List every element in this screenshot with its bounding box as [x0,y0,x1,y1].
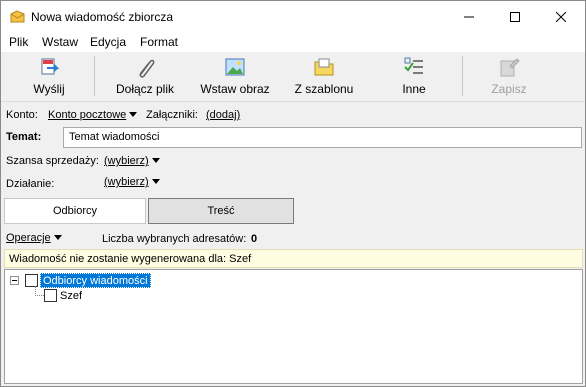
recipient-count-label: Liczba wybranych adresatów: [102,233,247,245]
window-title: Nowa wiadomość zbiorcza [31,10,174,24]
action-value: (wybierz) [104,176,149,188]
chevron-down-icon [53,235,62,240]
subject-input[interactable]: Temat wiadomości [63,127,582,148]
account-dropdown[interactable]: Konto pocztowe [48,109,138,121]
attach-file-button[interactable]: Dołącz plik [105,52,185,100]
folder-icon [314,58,334,76]
save-icon [500,58,520,77]
from-template-button[interactable]: Z szablonu [286,52,362,100]
save-label: Zapisz [491,82,527,96]
send-label: Wyślij [33,82,65,96]
account-label: Konto: [6,109,38,121]
insert-image-button[interactable]: Wstaw obraz [195,52,275,100]
minimize-icon [464,16,474,17]
save-button[interactable]: Zapisz [481,52,537,100]
insert-image-label: Wstaw obraz [200,82,270,96]
other-button[interactable]: Inne [387,52,441,100]
tree-root-item[interactable]: Odbiorcy wiadomości [40,273,151,288]
tab-recipients[interactable]: Odbiorcy [4,198,146,224]
menu-bar: Plik Wstaw Edycja Format [1,32,585,52]
toolbar-separator [462,56,463,96]
tree-connector [35,295,44,296]
account-value: Konto pocztowe [48,109,127,121]
subject-label: Temat: [6,131,42,143]
menu-edycja[interactable]: Edycja [90,35,126,49]
minimize-button[interactable] [446,1,492,32]
toolbar: Wyślij Dołącz plik Wstaw obraz Z szablon… [1,52,585,102]
menu-wstaw[interactable]: Wstaw [42,35,78,49]
recipients-tree: Odbiorcy wiadomości Szef [4,269,583,384]
toolbar-separator [94,56,95,96]
add-attachment-link[interactable]: (dodaj) [206,109,240,121]
action-dropdown[interactable]: (wybierz) [104,176,160,188]
chevron-down-icon [151,158,160,163]
sales-chance-dropdown[interactable]: (wybierz) [104,155,160,167]
send-icon [41,58,60,75]
operations-menu[interactable]: Operacje [6,232,62,244]
sales-chance-label: Szansa sprzedaży: [6,155,99,167]
attach-file-label: Dołącz plik [115,82,175,96]
maximize-button[interactable] [492,1,538,32]
menu-plik[interactable]: Plik [9,35,28,49]
close-button[interactable] [538,1,584,32]
paperclip-icon [139,59,155,78]
tree-root-checkbox[interactable] [25,274,38,287]
tab-content[interactable]: Treść [148,198,294,224]
chevron-down-icon [151,179,160,184]
attachments-label: Załączniki: [146,109,198,121]
tree-child-item[interactable]: Szef [60,290,82,302]
other-label: Inne [402,82,426,96]
close-icon [556,11,566,22]
image-icon [225,58,245,76]
maximize-icon [510,11,520,22]
action-label: Działanie: [6,178,55,190]
collapse-toggle-icon[interactable] [10,276,19,285]
app-icon [10,10,25,23]
title-bar: Nowa wiadomość zbiorcza [1,1,585,32]
warning-bar: Wiadomość nie zostanie wygenerowana dla:… [4,249,583,268]
send-button[interactable]: Wyślij [21,52,77,100]
from-template-label: Z szablonu [294,82,354,96]
message-window: Nowa wiadomość zbiorcza Plik Wstaw Edycj… [0,0,586,387]
sales-chance-value: (wybierz) [104,155,149,167]
checklist-icon [404,57,423,74]
operations-label: Operacje [6,232,51,244]
chevron-down-icon [129,112,138,117]
recipient-count-value: 0 [251,233,258,245]
tree-child-checkbox[interactable] [44,289,57,302]
menu-format[interactable]: Format [140,35,178,49]
